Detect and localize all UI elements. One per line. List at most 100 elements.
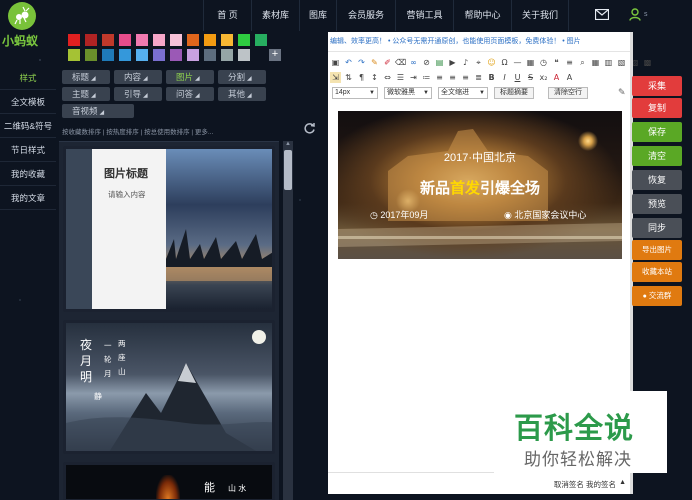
color-swatch[interactable] — [187, 49, 199, 61]
sidebar-item-qrcode-symbols[interactable]: 二维码&符号 — [0, 114, 56, 138]
sidebar-item-styles[interactable]: 样式 — [0, 66, 56, 90]
preview-button[interactable]: 预览 — [632, 194, 682, 214]
indent-select[interactable]: 全文缩进 ▼ — [438, 87, 488, 99]
italic-icon[interactable]: I — [499, 72, 510, 83]
letter-spacing-icon[interactable]: ⇔ — [382, 72, 393, 83]
logo[interactable]: 小蚂蚁 — [2, 2, 50, 48]
map-icon[interactable]: ⌖ — [473, 57, 484, 68]
background-color-icon[interactable]: A — [551, 72, 562, 83]
category-divider[interactable]: 分割 ◢ — [218, 70, 266, 84]
video-icon[interactable]: ▶ — [447, 57, 458, 68]
edit-icon[interactable]: ✎ — [618, 87, 626, 98]
color-swatch[interactable] — [153, 49, 165, 61]
quote-icon[interactable]: ❝ — [551, 57, 562, 68]
copy-button[interactable]: 复制 — [632, 98, 682, 118]
paste-plain-icon[interactable]: ⇅ — [343, 72, 354, 83]
eraser-icon[interactable]: ✐ — [382, 57, 393, 68]
nav-about-us[interactable]: 关于我们 — [511, 0, 569, 31]
font-family-select[interactable]: 微软雅黑 ▼ — [384, 87, 432, 99]
undo-icon[interactable]: ↶ — [343, 57, 354, 68]
align-center-icon[interactable]: ≡ — [447, 72, 458, 83]
paragraph-spacing-icon[interactable]: ☰ — [395, 72, 406, 83]
save-button[interactable]: 保存 — [632, 122, 682, 142]
announcement-marquee[interactable]: 编辑、效率更高！ • 公众号无需开通原创，也能使用页面模板，免费体验！ • 图片 — [328, 32, 630, 52]
table-split-icon[interactable]: ▩ — [642, 57, 653, 68]
clear-empty-lines-button[interactable]: 清除空行 — [548, 87, 588, 99]
sidebar-item-my-articles[interactable]: 我的文章 — [0, 186, 56, 210]
link-icon[interactable]: ∞ — [408, 57, 419, 68]
template-card-image-title[interactable]: 图片标题 请输入内容 — [63, 146, 275, 312]
category-qa[interactable]: 问答 ◢ — [166, 87, 214, 101]
format-clear-icon[interactable]: ⌫ — [395, 57, 406, 68]
nav-materials[interactable]: 素材库 — [251, 0, 299, 31]
template-card-dark[interactable]: 能 山 水 — [63, 462, 275, 500]
content-banner[interactable]: 2017·中国北京 新品首发引爆全场 ◷ 2017年09月 ◉ 北京国家会议中心 — [338, 111, 622, 259]
template-list-scrollbar[interactable]: ▲ — [283, 141, 293, 500]
refresh-icon[interactable] — [303, 122, 316, 135]
bold-icon[interactable]: B — [486, 72, 497, 83]
color-swatch[interactable] — [136, 34, 148, 46]
category-content[interactable]: 内容 ◢ — [114, 70, 162, 84]
sidebar-item-holiday-styles[interactable]: 节日样式 — [0, 138, 56, 162]
emoji-icon[interactable]: ☺ — [486, 57, 497, 68]
source-code-icon[interactable]: ▣ — [330, 57, 341, 68]
signature-options[interactable]: 取消签名 我的签名 — [554, 479, 616, 490]
table-insert-row-icon[interactable]: ▥ — [603, 57, 614, 68]
sidebar-item-full-templates[interactable]: 全文模板 — [0, 90, 56, 114]
color-swatch[interactable] — [102, 49, 114, 61]
category-theme[interactable]: 主题 ◢ — [62, 87, 110, 101]
nav-home[interactable]: 首 页 — [203, 0, 251, 31]
export-image-button[interactable]: 导出图片 — [632, 240, 682, 260]
indent-icon[interactable]: ⇥ — [408, 72, 419, 83]
unlink-icon[interactable]: ⊘ — [421, 57, 432, 68]
nav-gallery[interactable]: 图库 — [299, 0, 336, 31]
date-icon[interactable]: ▦ — [525, 57, 536, 68]
category-audio-video[interactable]: 音视频 ◢ — [62, 104, 134, 118]
user-name[interactable]: s — [644, 11, 648, 18]
color-swatch[interactable] — [238, 49, 250, 61]
color-swatch[interactable] — [221, 34, 233, 46]
collect-button[interactable]: 采集 — [632, 76, 682, 96]
clear-button[interactable]: 清空 — [632, 146, 682, 166]
time-icon[interactable]: ◷ — [538, 57, 549, 68]
chat-group-button[interactable]: ● 交流群 — [632, 286, 682, 306]
strikethrough-icon[interactable]: S — [525, 72, 536, 83]
paragraph-format-icon[interactable]: ¶ — [356, 72, 367, 83]
category-other[interactable]: 其他 ◢ — [218, 87, 266, 101]
color-swatch[interactable] — [119, 34, 131, 46]
user-icon[interactable] — [629, 8, 641, 21]
hr-icon[interactable]: — — [512, 57, 523, 68]
search-replace-icon[interactable]: ⌕ — [577, 57, 588, 68]
color-swatch[interactable] — [204, 34, 216, 46]
sync-button[interactable]: 同步 — [632, 218, 682, 238]
color-swatch[interactable] — [255, 34, 267, 46]
font-color-icon[interactable]: A — [564, 72, 575, 83]
color-swatch[interactable] — [170, 34, 182, 46]
add-color-icon[interactable]: + — [269, 49, 281, 61]
nav-help-center[interactable]: 帮助中心 — [453, 0, 511, 31]
bookmark-site-button[interactable]: 收藏本站 — [632, 262, 682, 282]
color-swatch[interactable] — [68, 49, 80, 61]
color-swatch[interactable] — [170, 49, 182, 61]
sort-options[interactable]: 按收藏数排序 | 按热度排序 | 按总使用数排序 | 更多... — [62, 126, 213, 136]
restore-button[interactable]: 恢复 — [632, 170, 682, 190]
nav-marketing-tools[interactable]: 营销工具 — [395, 0, 453, 31]
color-swatch[interactable] — [204, 49, 216, 61]
line-height-icon[interactable]: ↕ — [369, 72, 380, 83]
underline-icon[interactable]: U — [512, 72, 523, 83]
code-icon[interactable]: ≡ — [564, 57, 575, 68]
subscript-icon[interactable]: x₂ — [538, 72, 549, 83]
color-swatch[interactable] — [85, 34, 97, 46]
color-swatch[interactable] — [221, 49, 233, 61]
category-guide[interactable]: 引导 ◢ — [114, 87, 162, 101]
table-icon[interactable]: ▦ — [590, 57, 601, 68]
redo-icon[interactable]: ↷ — [356, 57, 367, 68]
music-icon[interactable]: ♪ — [460, 57, 471, 68]
scroll-up-arrow-icon[interactable]: ▲ — [283, 141, 293, 149]
mail-icon[interactable] — [594, 8, 610, 21]
chevron-up-icon[interactable]: ▲ — [619, 479, 626, 486]
brush-icon[interactable]: ✎ — [369, 57, 380, 68]
color-swatch[interactable] — [153, 34, 165, 46]
color-swatch[interactable] — [85, 49, 97, 61]
scroll-thumb[interactable] — [284, 150, 292, 190]
